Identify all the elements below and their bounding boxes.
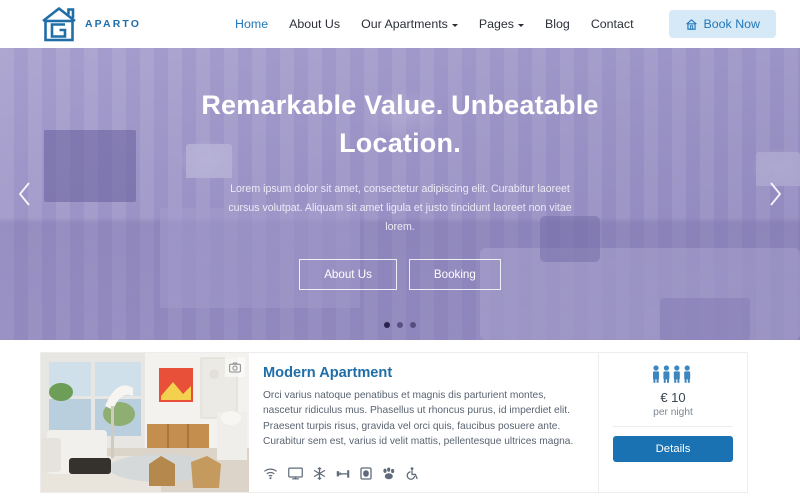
tv-icon xyxy=(288,467,303,480)
book-now-label: Book Now xyxy=(703,17,760,31)
nav-item-about-us[interactable]: About Us xyxy=(289,17,340,31)
nav-item-our-apartments[interactable]: Our Apartments xyxy=(361,17,458,31)
main-navigation: Home About Us Our Apartments Pages Blog … xyxy=(235,10,776,38)
details-button[interactable]: Details xyxy=(613,436,733,462)
apartment-pricing: € 10 per night Details xyxy=(599,353,747,492)
guests-icon xyxy=(651,365,695,383)
amenities-list xyxy=(263,467,582,484)
apartment-thumbnail[interactable] xyxy=(41,353,249,492)
carousel-dot-3[interactable] xyxy=(410,322,416,328)
photo-count-badge[interactable] xyxy=(225,357,245,377)
nav-item-blog[interactable]: Blog xyxy=(545,17,570,31)
apartment-description: Orci varius natoque penatibus et magnis … xyxy=(263,390,574,448)
wifi-icon xyxy=(263,467,278,480)
nav-label: About Us xyxy=(289,17,341,31)
book-now-button[interactable]: Book Now xyxy=(668,10,776,38)
hero-about-us-button[interactable]: About Us xyxy=(299,259,397,290)
carousel-dots xyxy=(0,322,800,328)
chevron-down-icon xyxy=(451,23,458,27)
chevron-down-icon xyxy=(518,23,524,27)
gym-icon xyxy=(336,467,350,480)
logo-text: APARTO xyxy=(85,18,141,30)
apartment-title: Modern Apartment xyxy=(263,365,393,381)
divider xyxy=(613,426,733,427)
pets-allowed-icon xyxy=(382,467,396,480)
carousel-dot-1[interactable] xyxy=(384,322,390,328)
hero-buttons: About Us Booking xyxy=(299,259,501,290)
minibar-icon xyxy=(360,467,372,480)
nav-label: Our Apartments xyxy=(361,17,448,31)
air-conditioning-icon xyxy=(313,467,326,480)
nav-label: Blog xyxy=(545,17,570,31)
price-unit: per night xyxy=(653,407,693,418)
hero-booking-button[interactable]: Booking xyxy=(408,259,501,290)
chevron-right-icon xyxy=(770,182,782,206)
apartment-details: Modern Apartment Orci varius natoque pen… xyxy=(249,353,599,492)
nav-label: Home xyxy=(235,17,269,31)
listing-section: Modern Apartment Orci varius natoque pen… xyxy=(0,340,800,500)
apartment-card: Modern Apartment Orci varius natoque pen… xyxy=(40,352,748,493)
apartment-photo xyxy=(41,353,249,492)
hero-carousel: Remarkable Value. Unbeatable Location. L… xyxy=(0,48,800,340)
nav-label: Pages xyxy=(478,17,514,31)
nav-item-home[interactable]: Home xyxy=(235,17,268,31)
logo[interactable]: APARTO xyxy=(40,6,141,42)
carousel-next-button[interactable] xyxy=(758,172,792,216)
wheelchair-accessible-icon xyxy=(406,467,419,480)
chevron-left-icon xyxy=(18,182,30,206)
nav-item-pages[interactable]: Pages xyxy=(479,17,524,31)
home-icon xyxy=(685,18,697,30)
house-g-logo-icon xyxy=(42,7,76,42)
carousel-dot-2[interactable] xyxy=(397,322,403,328)
price-value: € 10 xyxy=(660,390,686,405)
site-header: APARTO Home About Us Our Apartments Page… xyxy=(0,0,800,48)
carousel-prev-button[interactable] xyxy=(8,172,42,216)
hero-title: Remarkable Value. Unbeatable Location. xyxy=(201,90,599,158)
camera-icon xyxy=(229,361,241,372)
hero-subtitle: Lorem ipsum dolor sit amet, consectetur … xyxy=(228,183,572,233)
hero-content: Remarkable Value. Unbeatable Location. L… xyxy=(0,48,800,340)
nav-label: Contact xyxy=(590,17,634,31)
nav-item-contact[interactable]: Contact xyxy=(591,17,634,31)
